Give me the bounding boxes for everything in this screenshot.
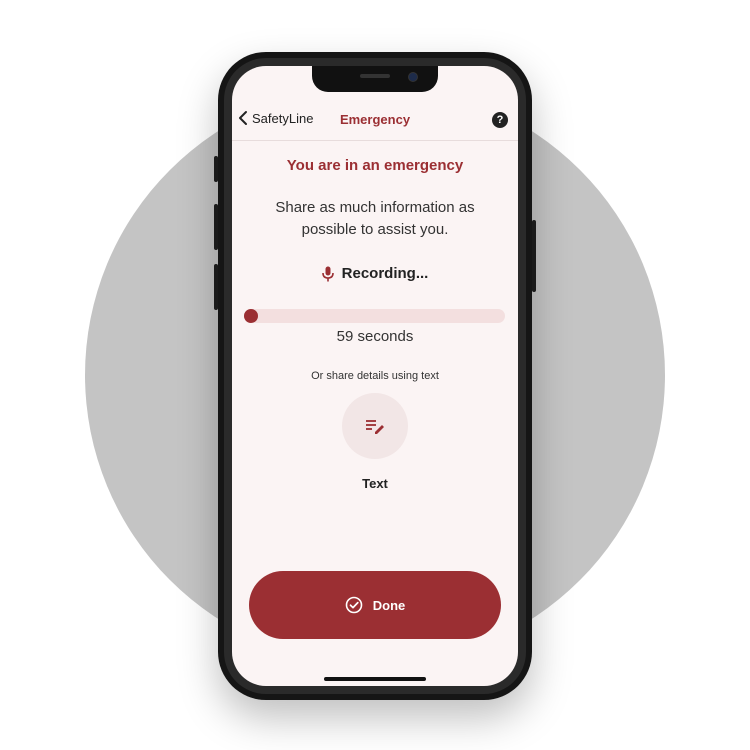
recording-status: Recording... xyxy=(232,265,518,282)
question-circle-icon[interactable]: ? xyxy=(492,112,508,128)
done-button[interactable]: Done xyxy=(249,571,501,639)
text-share-button[interactable] xyxy=(342,393,408,459)
alt-text-prompt: Or share details using text xyxy=(311,370,439,382)
camera-icon xyxy=(408,72,418,82)
recording-progress-bar xyxy=(244,309,505,323)
phone-frame: SafetyLine Emergency ? You are in an eme… xyxy=(218,52,532,700)
notch xyxy=(312,66,438,92)
phone-power-button xyxy=(532,220,536,292)
done-label: Done xyxy=(372,597,406,613)
instructions-text: Share as much information as possible to… xyxy=(275,199,475,238)
progress-indicator xyxy=(244,309,258,323)
page-title: Emergency xyxy=(339,112,411,127)
microphone-icon xyxy=(321,266,334,281)
seconds-remaining: 59 seconds xyxy=(336,328,414,345)
emergency-headline: You are in an emergency xyxy=(286,157,464,174)
recording-label: Recording... xyxy=(341,265,429,282)
home-indicator xyxy=(324,677,426,681)
speaker-grille xyxy=(360,74,390,78)
check-circle-icon xyxy=(345,596,363,614)
phone-screen: SafetyLine Emergency ? You are in an eme… xyxy=(232,66,518,686)
navigation-bar: SafetyLine Emergency ? xyxy=(232,100,518,141)
text-button-label: Text xyxy=(362,476,388,491)
text-edit-icon xyxy=(366,420,384,434)
